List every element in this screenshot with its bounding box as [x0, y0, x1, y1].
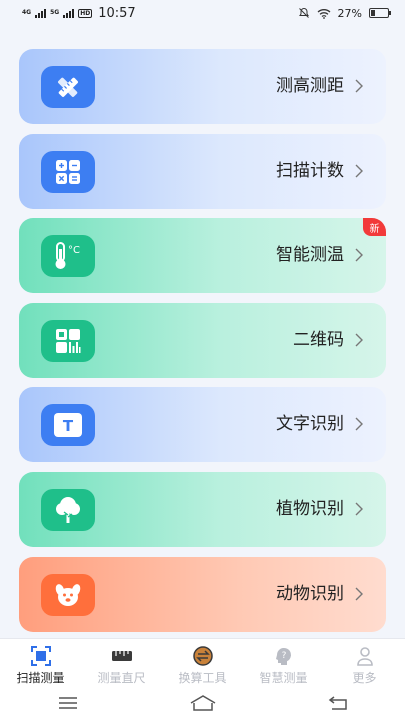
tab-label: 测量直尺: [97, 671, 146, 685]
chevron-right-icon: [355, 79, 363, 93]
network-5g-label: 5G: [50, 9, 60, 16]
battery-icon: [369, 8, 391, 18]
tab-label: 扫描测量: [16, 671, 65, 685]
hd-badge: HD: [78, 8, 93, 18]
status-left: 4G 5G HD 10:57: [22, 6, 136, 21]
tab-label: 换算工具: [178, 671, 227, 685]
menu-icon[interactable]: [48, 691, 88, 715]
status-right: 27%: [298, 6, 391, 20]
thermometer-icon: °C: [41, 235, 95, 278]
card-label: 测高测距: [276, 76, 344, 96]
chevron-right-icon: [355, 248, 363, 262]
status-time: 10:57: [98, 5, 136, 21]
dog-icon: [41, 573, 95, 616]
text-recognition-icon: T: [41, 404, 95, 447]
network-4g-label: 4G: [22, 9, 32, 16]
feature-list: 测高测距 扫描计数 °C 智能测温 新 二维码 T 文字识别 植物识别 动物识别: [19, 49, 386, 641]
chevron-right-icon: [355, 502, 363, 516]
card-text-recognition[interactable]: T 文字识别: [19, 387, 386, 463]
tab-more[interactable]: 更多: [324, 639, 405, 686]
convert-icon: [192, 645, 214, 667]
user-icon: [354, 645, 376, 667]
tree-icon: [41, 488, 95, 531]
card-smart-temperature[interactable]: °C 智能测温 新: [19, 218, 386, 294]
tab-smart-measure[interactable]: ? 智慧测量: [243, 639, 324, 686]
signal-icon: [35, 8, 47, 18]
system-nav-bar: [0, 686, 405, 720]
new-badge: 新: [363, 218, 386, 237]
thermometer-unit: °C: [68, 245, 80, 256]
status-bar: 4G 5G HD 10:57 27%: [0, 0, 405, 26]
svg-text:?: ?: [281, 651, 286, 661]
card-scan-count[interactable]: 扫描计数: [19, 133, 386, 209]
chevron-right-icon: [355, 587, 363, 601]
chevron-right-icon: [355, 164, 363, 178]
wifi-icon: [317, 8, 330, 19]
card-animal-recognition[interactable]: 动物识别: [19, 556, 386, 632]
tab-label: 更多: [352, 671, 377, 685]
tab-ruler[interactable]: 测量直尺: [81, 639, 162, 686]
signal-icon: [63, 8, 75, 18]
smart-measure-icon: ?: [273, 645, 295, 667]
card-qr-code[interactable]: 二维码: [19, 302, 386, 378]
card-label: 文字识别: [276, 414, 344, 435]
home-icon[interactable]: [183, 691, 223, 715]
tab-scan-measure[interactable]: 扫描测量: [0, 639, 81, 686]
tab-label: 智慧测量: [259, 671, 308, 685]
tab-convert[interactable]: 换算工具: [162, 639, 243, 686]
battery-percent: 27%: [337, 6, 362, 20]
mute-icon: [298, 7, 309, 18]
card-label: 二维码: [293, 329, 344, 350]
ruler-icon: [111, 645, 133, 667]
card-label: 智能测温: [276, 245, 344, 266]
qr-code-icon: [41, 319, 95, 362]
chevron-right-icon: [355, 417, 363, 431]
card-plant-recognition[interactable]: 植物识别: [19, 471, 386, 547]
bottom-tab-bar: 扫描测量 测量直尺 换算工具 ? 智慧测量 更多: [0, 638, 405, 686]
back-icon[interactable]: [318, 691, 358, 715]
calculator-icon: [41, 150, 95, 193]
text-icon-glyph: T: [63, 417, 74, 435]
card-label: 动物识别: [276, 583, 344, 604]
ruler-pencil-icon: [41, 66, 95, 108]
card-label: 植物识别: [276, 498, 344, 519]
card-height-distance[interactable]: 测高测距: [19, 49, 386, 124]
scan-icon: [30, 645, 52, 667]
card-label: 扫描计数: [276, 160, 344, 181]
chevron-right-icon: [355, 333, 363, 347]
